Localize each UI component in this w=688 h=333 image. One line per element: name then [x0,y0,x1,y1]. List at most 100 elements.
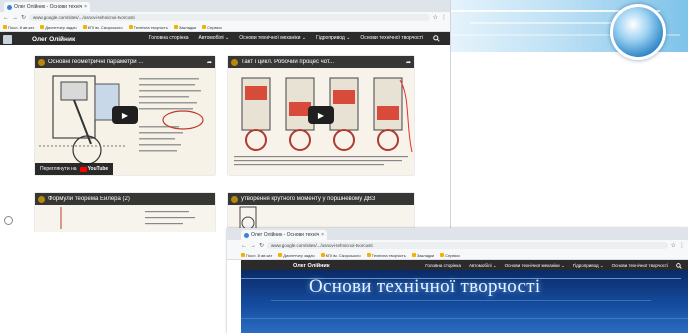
bookmark-item[interactable]: Технічна творчість [366,253,406,258]
tab-title: Олег Олійник - Основи технічної творчост… [251,232,320,238]
bookmark-item[interactable]: Технічна творчість [128,25,168,30]
chevron-down-icon: ⌄ [301,34,307,41]
menu-item-home[interactable]: Головна сторінка [149,35,189,44]
menu-item-home[interactable]: Головна сторінка [425,263,461,270]
bookmark-item[interactable]: Диспетчер задач [40,25,77,30]
play-button[interactable]: ▶ [112,106,138,124]
video-title-bar: Такт і цикл. Робочий процес чот... ➦ [228,56,414,68]
youtube-icon [79,166,87,172]
back-icon[interactable]: ← [241,243,247,249]
forward-icon[interactable]: → [12,15,18,21]
site-menu: Головна сторінка Автомобілі ⌄ Основи тех… [425,263,682,270]
channel-avatar[interactable] [231,58,238,66]
bookmark-icon [278,253,283,257]
bookmark-item[interactable]: КПІ ім. Сікорського [82,25,123,30]
site-navigation: Олег Олійник Головна сторінка Автомобілі… [0,32,450,46]
tab-bar: Олег Олійник - Основи технічної творчост… [0,0,450,12]
bookmark-icon [173,25,178,29]
video-embed[interactable]: Основні геометричні параметри ... ➦ ▶ Пе… [35,56,215,175]
main-browser-window: Олег Олійник - Основи технічної творчост… [0,0,451,232]
share-icon[interactable]: ➦ [207,59,212,66]
bookmark-item[interactable]: КПІ ім. Сікорського [320,253,361,258]
bookmark-item[interactable]: Сервіси [440,253,460,258]
bookmark-item[interactable]: Посл. й ав кат [241,253,272,258]
bookmark-item[interactable]: Закладки [411,253,434,258]
favicon-icon [244,232,249,238]
star-icon[interactable]: ☆ [671,242,676,249]
video-embed[interactable]: Формули теорема Ейлера (2) [35,193,215,232]
bookmark-item[interactable]: Закладки [173,25,196,30]
reload-icon[interactable]: ↻ [259,242,264,249]
favicon-icon [7,4,12,10]
bookmark-item[interactable]: Посл. й ав кат [3,25,34,30]
youtube-logo: YouTube [79,166,108,172]
menu-icon[interactable]: ⋮ [441,14,447,21]
chevron-down-icon: ⌄ [225,34,230,41]
tab-title: Олег Олійник - Основи технічної творчост… [14,4,83,10]
menu-item-hydraulics[interactable]: Гідропривод ⌄ [316,35,350,44]
second-browser-window: Олег Олійник - Основи технічної творчост… [227,228,688,333]
bookmark-icon [241,253,245,257]
bookmark-icon [40,25,45,29]
bookmark-icon [366,253,371,257]
bookmark-icon [202,25,207,29]
bookmark-item[interactable]: Сервіси [202,25,222,30]
video-embed[interactable]: утворення крутного моменту у поршневому … [228,193,414,232]
url-field[interactable]: www.google.com/sites/.../osnovi-tehnicno… [29,14,430,21]
menu-icon[interactable]: ⋮ [679,242,685,249]
site-title[interactable]: Олег Олійник [32,36,75,43]
tab-bar: Олег Олійник - Основи технічної творчост… [227,228,688,240]
bookmark-item[interactable]: Диспетчер задач [278,253,315,258]
bookmark-icon [440,253,445,257]
search-icon[interactable] [676,262,682,270]
video-title[interactable]: Такт і цикл. Робочий процес чот... [241,59,334,65]
site-title[interactable]: Олег Олійник [293,263,330,269]
channel-avatar[interactable] [231,195,238,203]
channel-avatar[interactable] [38,195,45,203]
chevron-down-icon: ⌄ [346,34,351,41]
forward-icon[interactable]: → [250,243,256,249]
menu-item-mechanics[interactable]: Основи технічної механіки ⌄ [505,263,565,270]
video-title-bar: утворення крутного моменту у поршневому … [228,193,414,205]
play-button[interactable]: ▶ [308,106,334,124]
hero-title: Основи технічної творчості [309,276,541,297]
menu-item-mechanics[interactable]: Основи технічної механіки ⌄ [239,35,306,44]
chevron-down-icon: ⌄ [599,262,604,268]
settings-icon[interactable] [4,216,13,225]
close-tab-icon[interactable]: × [321,232,324,238]
menu-item-cars[interactable]: Автомобілі ⌄ [199,35,230,44]
hero-banner: Основи технічної творчості [241,270,688,333]
menu-item-hydraulics[interactable]: Гідропривод ⌄ [573,263,604,270]
globe-logo-icon [610,4,666,60]
bookmark-icon [411,253,416,257]
reload-icon[interactable]: ↻ [21,14,26,21]
video-title[interactable]: Основні геометричні параметри ... [48,59,143,65]
video-title[interactable]: утворення крутного моменту у поршневому … [241,196,375,202]
browser-tab[interactable]: Олег Олійник - Основи технічної творчост… [4,2,90,12]
url-field[interactable]: www.google.com/sites/.../osnovi-tehnicno… [267,242,668,249]
menu-item-technical-creativity[interactable]: Основи технічної творчості [360,35,423,44]
menu-item-technical-creativity[interactable]: Основи технічної творчості [612,263,668,270]
video-embed[interactable]: Такт і цикл. Робочий процес чот... ➦ ▶ [228,56,414,175]
address-bar: ← → ↻ www.google.com/sites/.../osnovi-te… [227,240,688,251]
channel-avatar[interactable] [38,58,45,66]
video-title-bar: Основні геометричні параметри ... ➦ [35,56,215,68]
video-title[interactable]: Формули теорема Ейлера (2) [48,196,130,202]
site-menu: Головна сторінка Автомобілі ⌄ Основи тех… [149,35,440,44]
page-content: Основні геометричні параметри ... ➦ ▶ Пе… [0,45,450,232]
site-logo-icon [3,34,12,44]
share-icon[interactable]: ➦ [406,59,411,66]
bookmark-icon [128,25,133,29]
chevron-down-icon: ⌄ [492,262,497,268]
bookmark-icon [82,25,87,29]
star-icon[interactable]: ☆ [433,14,438,21]
back-icon[interactable]: ← [3,15,9,21]
bookmarks-bar: Посл. й ав кат Диспетчер задач КПІ ім. С… [227,251,688,260]
menu-item-cars[interactable]: Автомобілі ⌄ [469,263,497,270]
close-tab-icon[interactable]: × [84,4,87,10]
bookmarks-bar: Посл. й ав кат Диспетчер задач КПІ ім. С… [0,23,450,32]
search-icon[interactable] [433,34,440,44]
browser-tab[interactable]: Олег Олійник - Основи технічної творчост… [241,230,327,240]
watch-on-youtube[interactable]: Переглянути на YouTube [35,163,114,175]
chevron-down-icon: ⌄ [560,262,565,268]
